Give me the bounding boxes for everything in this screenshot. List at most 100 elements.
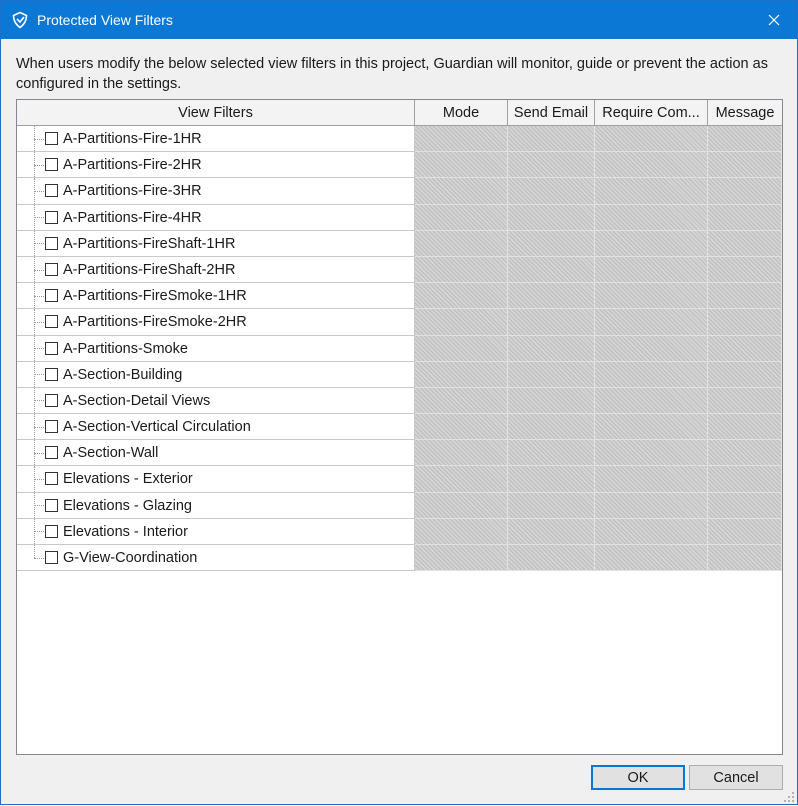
view-filter-name: A-Partitions-FireShaft-1HR (63, 235, 236, 252)
mode-cell (415, 230, 508, 257)
table-row[interactable]: A-Partitions-FireSmoke-2HR (17, 309, 782, 336)
view-filter-cell: A-Section-Detail Views (17, 387, 415, 415)
view-filter-name: Elevations - Interior (63, 523, 188, 540)
require-comment-cell (595, 256, 708, 284)
table-row[interactable]: A-Partitions-Fire-1HR (17, 126, 782, 153)
table-row[interactable]: A-Partitions-Smoke (17, 335, 782, 362)
send-email-cell (508, 440, 595, 467)
view-filter-cell: Elevations - Exterior (17, 466, 415, 493)
table-row[interactable]: A-Section-Building (17, 361, 782, 388)
mode-cell (415, 440, 508, 467)
mode-cell (415, 518, 508, 545)
table-row[interactable]: G-View-Coordination (17, 545, 782, 572)
table-row[interactable]: A-Partitions-FireShaft-1HR (17, 230, 782, 257)
send-email-cell (508, 152, 595, 179)
view-filter-cell: A-Section-Wall (17, 440, 415, 467)
view-filter-cell: A-Partitions-FireSmoke-1HR (17, 283, 415, 310)
table-row[interactable]: A-Section-Wall (17, 440, 782, 467)
send-email-cell (508, 545, 595, 572)
message-cell (708, 518, 782, 545)
table-row[interactable]: A-Partitions-Fire-3HR (17, 178, 782, 205)
require-comment-cell (595, 361, 708, 388)
view-filter-cell: A-Partitions-FireShaft-1HR (17, 230, 415, 257)
tree-line (34, 348, 44, 350)
view-filter-name: A-Partitions-Smoke (63, 340, 188, 357)
mode-cell (415, 361, 508, 388)
view-filter-cell: A-Partitions-Smoke (17, 335, 415, 362)
table-row[interactable]: A-Partitions-Fire-4HR (17, 204, 782, 231)
tree-line (34, 190, 44, 192)
row-checkbox[interactable] (45, 524, 58, 538)
table-row[interactable]: A-Section-Vertical Circulation (17, 414, 782, 441)
require-comment-cell (595, 126, 708, 153)
column-header-view-filters[interactable]: View Filters (17, 100, 415, 126)
view-filter-name: A-Partitions-Fire-1HR (63, 131, 202, 147)
row-checkbox[interactable] (45, 472, 58, 486)
require-comment-cell (595, 204, 708, 231)
row-checkbox[interactable] (45, 393, 58, 407)
table-row[interactable]: A-Partitions-FireShaft-2HR (17, 256, 782, 284)
column-header-send-email[interactable]: Send Email (508, 100, 595, 126)
row-checkbox[interactable] (45, 551, 58, 564)
send-email-cell (508, 283, 595, 310)
column-header-mode[interactable]: Mode (415, 100, 508, 126)
view-filter-cell: Elevations - Glazing (17, 492, 415, 519)
tree-line (34, 217, 44, 219)
tree-line (34, 138, 44, 140)
tree-line (34, 321, 44, 323)
message-cell (708, 361, 782, 388)
send-email-cell (508, 204, 595, 231)
message-cell (708, 414, 782, 441)
send-email-cell (508, 361, 595, 388)
message-cell (708, 387, 782, 415)
row-checkbox[interactable] (45, 498, 58, 512)
view-filter-name: A-Partitions-Fire-2HR (63, 157, 202, 174)
message-cell (708, 466, 782, 493)
row-checkbox[interactable] (45, 367, 58, 381)
table-row[interactable]: Elevations - Exterior (17, 466, 782, 493)
message-cell (708, 335, 782, 362)
resize-grip-icon[interactable] (783, 790, 795, 802)
cancel-button[interactable]: Cancel (689, 765, 783, 790)
mode-cell (415, 335, 508, 362)
table-row[interactable]: Elevations - Glazing (17, 492, 782, 519)
table-row[interactable]: A-Partitions-FireSmoke-1HR (17, 283, 782, 310)
send-email-cell (508, 335, 595, 362)
view-filter-name: Elevations - Glazing (63, 497, 192, 514)
row-checkbox[interactable] (45, 210, 58, 224)
require-comment-cell (595, 440, 708, 467)
table-row[interactable]: Elevations - Interior (17, 518, 782, 545)
require-comment-cell (595, 335, 708, 362)
mode-cell (415, 545, 508, 572)
tree-line (34, 452, 44, 454)
column-header-message[interactable]: Message (708, 100, 782, 126)
row-checkbox[interactable] (45, 236, 58, 250)
row-checkbox[interactable] (45, 315, 58, 329)
view-filter-name: A-Partitions-Fire-4HR (63, 209, 202, 226)
row-checkbox[interactable] (45, 132, 58, 145)
view-filters-grid[interactable]: View Filters Mode Send Email Require Com… (16, 99, 783, 755)
row-checkbox[interactable] (45, 446, 58, 460)
table-row[interactable]: A-Section-Detail Views (17, 387, 782, 415)
row-checkbox[interactable] (45, 158, 58, 172)
close-icon[interactable] (751, 1, 797, 39)
row-checkbox[interactable] (45, 184, 58, 198)
require-comment-cell (595, 466, 708, 493)
title-bar[interactable]: Protected View Filters (1, 1, 797, 39)
dialog-description: When users modify the below selected vie… (16, 56, 768, 92)
send-email-cell (508, 518, 595, 545)
row-checkbox[interactable] (45, 341, 58, 355)
mode-cell (415, 256, 508, 284)
row-checkbox[interactable] (45, 262, 58, 276)
column-header-require-comment[interactable]: Require Com... (595, 100, 708, 126)
tree-line (34, 243, 44, 245)
message-cell (708, 230, 782, 257)
table-row[interactable]: A-Partitions-Fire-2HR (17, 152, 782, 179)
row-checkbox[interactable] (45, 420, 58, 434)
require-comment-cell (595, 178, 708, 205)
row-checkbox[interactable] (45, 289, 58, 303)
ok-button[interactable]: OK (591, 765, 685, 790)
guardian-shield-icon (11, 11, 29, 29)
message-cell (708, 440, 782, 467)
tree-line (34, 557, 44, 559)
